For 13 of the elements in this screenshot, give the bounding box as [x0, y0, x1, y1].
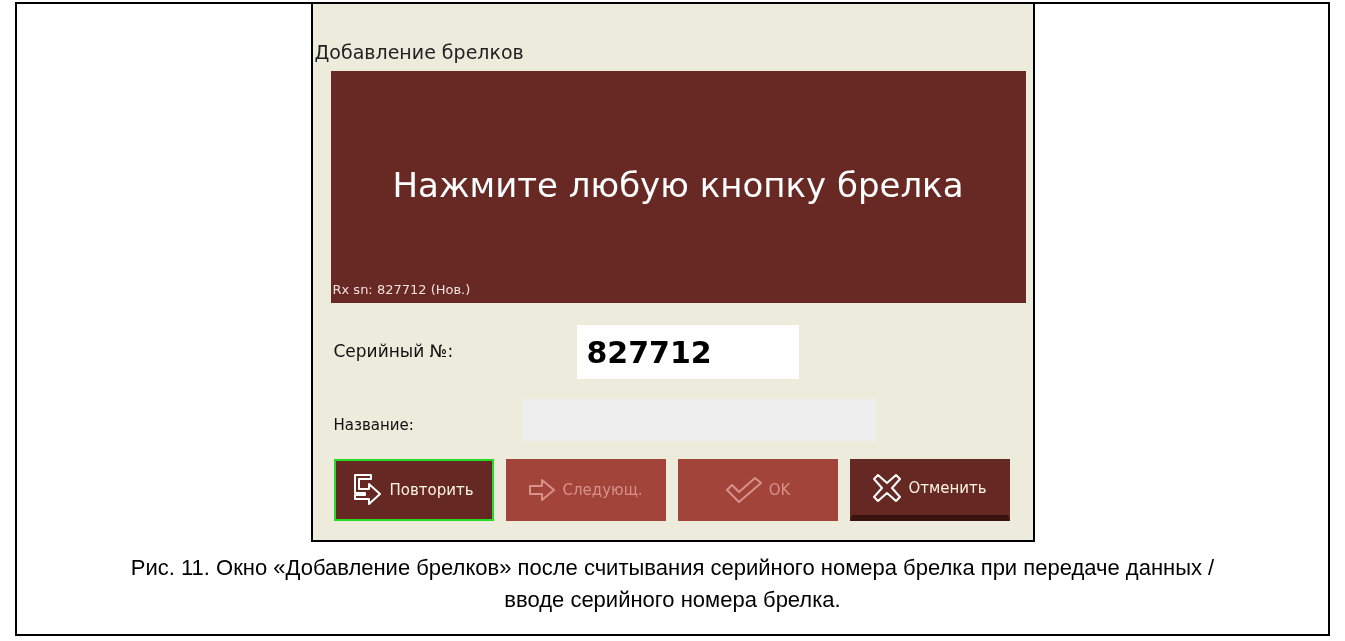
right-arrow-icon	[528, 478, 557, 502]
checkmark-icon	[724, 476, 763, 504]
name-label: Название:	[333, 414, 415, 436]
close-icon	[872, 473, 903, 503]
serial-label: Серийный №:	[333, 340, 455, 364]
prompt-text: Нажмите любую кнопку брелка	[392, 163, 964, 207]
cancel-button[interactable]: Отменить	[849, 459, 1010, 521]
repeat-button[interactable]: Повторить	[333, 459, 494, 521]
status-text: Rx sn: 827712 (Нов.)	[332, 280, 471, 299]
serial-field[interactable]: 827712	[576, 325, 799, 379]
window-title: Добавление брелков	[314, 40, 524, 64]
figure-caption: Рис. 11. Окно «Добавление брелков» после считывания серийного номера брелка при передаче данных / вводе серийного номера брелка.	[129, 554, 1216, 614]
return-arrow-icon	[353, 473, 384, 507]
